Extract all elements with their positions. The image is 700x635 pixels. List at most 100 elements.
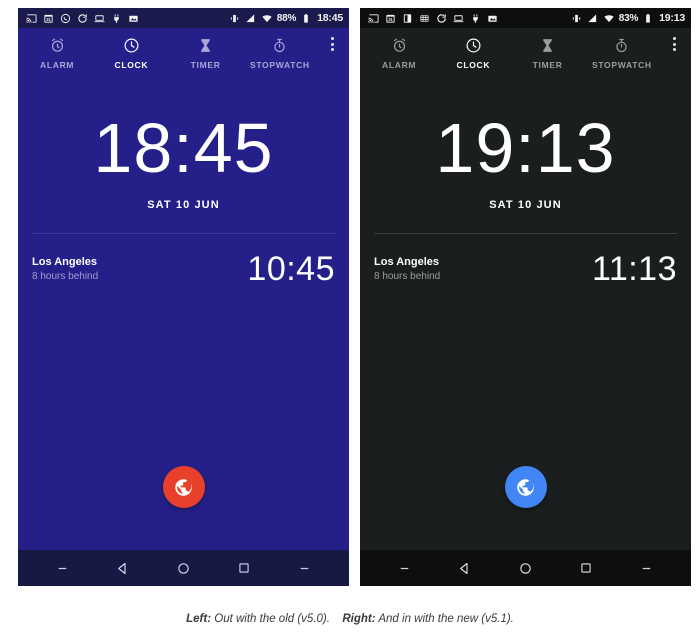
plug-icon — [469, 12, 481, 24]
status-bar-notification-icons: 31 — [367, 12, 571, 24]
tab-stopwatch[interactable]: STOPWATCH — [585, 32, 659, 78]
tab-alarm-label: ALARM — [382, 60, 417, 70]
tab-clock-label: CLOCK — [114, 60, 149, 70]
tab-timer[interactable]: TIMER — [169, 32, 243, 78]
plug-icon — [110, 12, 122, 24]
globe-icon — [173, 477, 194, 498]
tab-bar: ALARM CLOCK TIMER STOPWATCH — [18, 28, 349, 78]
overflow-menu-icon[interactable] — [317, 32, 347, 78]
sync-icon — [76, 12, 88, 24]
caption-left-text: Out with the old (v5.0). — [214, 613, 330, 625]
wifi-icon — [603, 12, 615, 24]
world-clock-row[interactable]: Los Angeles 8 hours behind 10:45 — [32, 252, 335, 286]
status-bar-notification-icons: 31 — [25, 12, 229, 24]
caption-right-text: And in with the new (v5.1). — [378, 613, 514, 625]
svg-text:31: 31 — [388, 16, 393, 21]
clock-screen: 18:45 SAT 10 JUN Los Angeles 8 hours beh… — [18, 78, 349, 550]
home-icon[interactable] — [508, 555, 542, 581]
navigation-bar — [18, 550, 349, 586]
overflow-dots — [672, 37, 676, 51]
main-clock-time: 19:13 — [435, 109, 616, 187]
globe-icon — [515, 477, 536, 498]
tab-alarm-label: ALARM — [40, 60, 75, 70]
clock-icon — [465, 35, 482, 55]
dot — [672, 48, 676, 51]
world-clock-city: Los Angeles — [374, 256, 439, 269]
divider — [374, 233, 677, 235]
status-bar: 31 83% 19:13 — [360, 8, 691, 28]
stopwatch-icon — [613, 35, 630, 55]
back-icon[interactable] — [106, 555, 140, 581]
alarm-icon — [391, 35, 408, 55]
figure-caption: Left: Out with the old (v5.0). Right: An… — [0, 613, 700, 625]
recents-icon[interactable] — [569, 555, 603, 581]
divider — [32, 233, 335, 235]
minimize-icon[interactable] — [387, 555, 421, 581]
clock-screen: 19:13 SAT 10 JUN Los Angeles 8 hours beh… — [360, 78, 691, 550]
laptop-icon — [93, 12, 105, 24]
calendar-icon: 31 — [42, 12, 54, 24]
caption-left-label: Left: — [186, 613, 212, 625]
main-clock-date: SAT 10 JUN — [147, 199, 220, 212]
back-icon[interactable] — [448, 555, 482, 581]
image-icon — [486, 12, 498, 24]
world-clock-time: 11:13 — [591, 250, 677, 289]
phone-left: 31 88% 18:45 ALARM CLOCK TIMER STOPWATCH… — [18, 8, 349, 586]
hourglass-icon — [197, 35, 214, 55]
world-clock-row[interactable]: Los Angeles 8 hours behind 11:13 — [374, 252, 677, 286]
dot — [330, 48, 334, 51]
dot — [672, 37, 676, 40]
image-icon — [127, 12, 139, 24]
add-city-fab[interactable] — [504, 466, 547, 508]
dot — [330, 37, 334, 40]
status-bar-clock: 19:13 — [659, 12, 685, 24]
main-clock-time: 18:45 — [93, 109, 274, 187]
minimize-icon[interactable] — [288, 555, 322, 581]
dot — [330, 42, 334, 46]
wifi-icon — [261, 12, 273, 24]
signal-icon — [587, 12, 599, 24]
screenshot-page: 31 88% 18:45 ALARM CLOCK TIMER STOPWATCH… — [0, 0, 700, 635]
tab-stopwatch[interactable]: STOPWATCH — [243, 32, 317, 78]
battery-percent-label: 88% — [276, 12, 297, 24]
calendar-icon: 31 — [384, 12, 396, 24]
vibrate-icon — [229, 12, 241, 24]
recents-icon[interactable] — [227, 555, 261, 581]
battery-percent-label: 83% — [618, 12, 639, 24]
stopwatch-icon — [271, 35, 288, 55]
navigation-bar — [360, 550, 691, 586]
grid-icon — [418, 12, 430, 24]
whatsapp-icon — [59, 12, 71, 24]
add-city-fab[interactable] — [162, 466, 205, 508]
phone-comparison: 31 88% 18:45 ALARM CLOCK TIMER STOPWATCH… — [0, 0, 700, 592]
overflow-menu-icon[interactable] — [659, 32, 689, 78]
home-icon[interactable] — [166, 555, 200, 581]
battery-icon — [300, 12, 312, 24]
tab-timer[interactable]: TIMER — [511, 32, 585, 78]
tab-stopwatch-label: STOPWATCH — [249, 60, 310, 70]
tab-clock[interactable]: CLOCK — [94, 32, 168, 78]
world-clock-info: Los Angeles 8 hours behind — [32, 256, 98, 282]
status-bar: 31 88% 18:45 — [18, 8, 349, 28]
tab-alarm[interactable]: ALARM — [20, 32, 94, 78]
tab-timer-label: TIMER — [190, 60, 221, 70]
svg-text:31: 31 — [46, 16, 51, 21]
tab-timer-label: TIMER — [532, 60, 563, 70]
world-clock-info: Los Angeles 8 hours behind — [374, 256, 440, 282]
hourglass-icon — [539, 35, 556, 55]
battery-icon — [642, 12, 654, 24]
minimize-icon[interactable] — [630, 555, 664, 581]
alarm-icon — [49, 35, 66, 55]
vibrate-icon — [571, 12, 583, 24]
status-bar-system-icons: 83% 19:13 — [571, 12, 685, 24]
phone-right: 31 83% 19:13 ALARM CLOCK TIMER STOPWATCH… — [360, 8, 691, 586]
main-clock-date: SAT 10 JUN — [489, 199, 562, 212]
signal-icon — [245, 12, 257, 24]
world-clock-offset: 8 hours behind — [374, 271, 441, 283]
tab-clock[interactable]: CLOCK — [436, 32, 510, 78]
status-bar-clock: 18:45 — [317, 12, 343, 24]
tab-alarm[interactable]: ALARM — [362, 32, 436, 78]
world-clock-offset: 8 hours behind — [32, 271, 99, 283]
minimize-icon[interactable] — [45, 555, 79, 581]
laptop-icon — [452, 12, 464, 24]
